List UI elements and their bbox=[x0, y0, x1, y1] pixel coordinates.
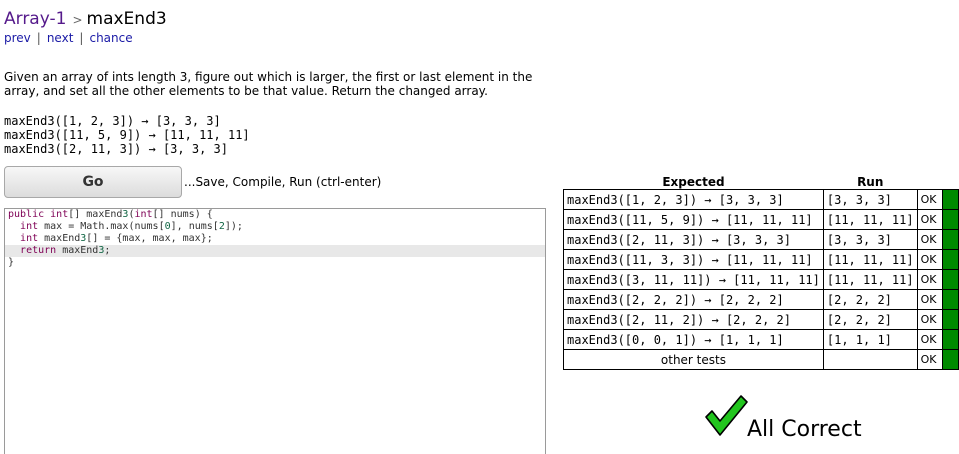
pass-indicator bbox=[942, 209, 959, 230]
status-text: OK bbox=[916, 309, 944, 330]
code-line[interactable]: int max = Math.max(nums[0], nums[2]); bbox=[5, 221, 545, 233]
breadcrumb-separator: > bbox=[72, 13, 83, 27]
status-text: OK bbox=[916, 329, 944, 350]
pass-indicator bbox=[942, 249, 959, 270]
pass-indicator bbox=[942, 229, 959, 250]
result-row: maxEnd3([1, 2, 3]) → [3, 3, 3] [3, 3, 3] O… bbox=[563, 189, 959, 210]
result-row: maxEnd3([2, 11, 2]) → [2, 2, 2] [2, 2, 2]… bbox=[563, 309, 959, 330]
expected-header: Expected bbox=[662, 174, 725, 189]
expected-cell: maxEnd3([3, 11, 11]) → [11, 11, 11] bbox=[563, 269, 824, 290]
pass-indicator bbox=[942, 349, 959, 370]
examples-list: maxEnd3([1, 2, 3]) → [3, 3, 3] maxEnd3([… bbox=[4, 114, 250, 156]
code-line[interactable]: int maxEnd3[] = {max, max, max}; bbox=[5, 233, 545, 245]
expected-cell: maxEnd3([2, 2, 2]) → [2, 2, 2] bbox=[563, 289, 824, 310]
result-row: maxEnd3([2, 11, 3]) → [3, 3, 3] [3, 3, 3]… bbox=[563, 229, 959, 250]
go-button[interactable]: Go bbox=[4, 166, 182, 198]
status-text: OK bbox=[916, 229, 944, 250]
expected-cell: maxEnd3([2, 11, 2]) → [2, 2, 2] bbox=[563, 309, 824, 330]
expected-cell: maxEnd3([1, 2, 3]) → [3, 3, 3] bbox=[563, 189, 824, 210]
run-cell: [2, 2, 2] bbox=[822, 289, 918, 310]
pass-indicator bbox=[942, 269, 959, 290]
status-text: OK bbox=[916, 289, 944, 310]
pass-indicator bbox=[942, 329, 959, 350]
run-cell: [3, 3, 3] bbox=[822, 229, 918, 250]
run-cell: [11, 11, 11] bbox=[822, 269, 918, 290]
pass-indicator bbox=[942, 309, 959, 330]
code-line[interactable]: return maxEnd3; bbox=[5, 245, 545, 257]
pass-indicator bbox=[942, 289, 959, 310]
nav-divider: | bbox=[36, 31, 41, 45]
run-cell: [3, 3, 3] bbox=[822, 189, 918, 210]
result-row: maxEnd3([11, 5, 9]) → [11, 11, 11] [11, 1… bbox=[563, 209, 959, 230]
other-tests-row: other tests OK bbox=[563, 349, 959, 370]
status-text: OK bbox=[916, 209, 944, 230]
run-cell: [1, 1, 1] bbox=[822, 329, 918, 350]
run-cell bbox=[822, 349, 918, 370]
checkmark-icon bbox=[705, 395, 748, 436]
example-line: maxEnd3([11, 5, 9]) → [11, 11, 11] bbox=[4, 128, 250, 142]
expected-cell: maxEnd3([11, 5, 9]) → [11, 11, 11] bbox=[563, 209, 824, 230]
results-table: Expected Run maxEnd3([1, 2, 3]) → [3, 3,… bbox=[563, 174, 959, 370]
result-row: maxEnd3([3, 11, 11]) → [11, 11, 11] [11, … bbox=[563, 269, 959, 290]
run-cell: [11, 11, 11] bbox=[822, 209, 918, 230]
status-text: OK bbox=[916, 189, 944, 210]
expected-cell: maxEnd3([0, 0, 1]) → [1, 1, 1] bbox=[563, 329, 824, 350]
run-cell: [2, 2, 2] bbox=[822, 309, 918, 330]
other-tests-cell: other tests bbox=[563, 349, 824, 370]
result-row: maxEnd3([11, 3, 3]) → [11, 11, 11] [11, 1… bbox=[563, 249, 959, 270]
problem-nav: prev | next | chance bbox=[4, 31, 133, 45]
result-row: maxEnd3([0, 0, 1]) → [1, 1, 1] [1, 1, 1] O… bbox=[563, 329, 959, 350]
example-line: maxEnd3([2, 11, 3]) → [3, 3, 3] bbox=[4, 142, 228, 156]
nav-divider: | bbox=[79, 31, 84, 45]
chance-link[interactable]: chance bbox=[89, 31, 132, 45]
run-cell: [11, 11, 11] bbox=[822, 249, 918, 270]
status-text: OK bbox=[916, 249, 944, 270]
expected-cell: maxEnd3([11, 3, 3]) → [11, 11, 11] bbox=[563, 249, 824, 270]
next-link[interactable]: next bbox=[47, 31, 74, 45]
breadcrumb: Array-1 > maxEnd3 bbox=[4, 8, 167, 31]
breadcrumb-section-link[interactable]: Array-1 bbox=[4, 9, 66, 29]
go-hint: ...Save, Compile, Run (ctrl-enter) bbox=[184, 175, 382, 189]
problem-title: maxEnd3 bbox=[86, 9, 167, 29]
status-text: OK bbox=[916, 269, 944, 290]
problem-description: Given an array of ints length 3, figure … bbox=[4, 70, 533, 98]
status-text: OK bbox=[916, 349, 944, 370]
all-correct-text: All Correct bbox=[747, 417, 862, 442]
example-line: maxEnd3([1, 2, 3]) → [3, 3, 3] bbox=[4, 114, 221, 128]
pass-indicator bbox=[942, 189, 959, 210]
code-line[interactable]: public int[] maxEnd3(int[] nums) { bbox=[5, 209, 545, 221]
expected-cell: maxEnd3([2, 11, 3]) → [3, 3, 3] bbox=[563, 229, 824, 250]
result-row: maxEnd3([2, 2, 2]) → [2, 2, 2] [2, 2, 2] O… bbox=[563, 289, 959, 310]
code-line[interactable]: } bbox=[5, 257, 545, 269]
run-header: Run bbox=[857, 174, 884, 189]
code-editor[interactable]: public int[] maxEnd3(int[] nums) { int m… bbox=[4, 208, 546, 454]
prev-link[interactable]: prev bbox=[4, 31, 31, 45]
